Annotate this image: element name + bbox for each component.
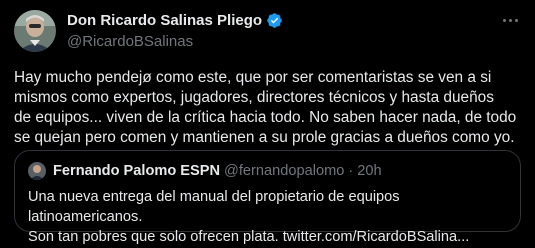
quoted-author-avatar [28,162,46,180]
quoted-tweet-text: Una nueva entrega del manual del propiet… [28,189,470,245]
quoted-author-handle: @fernandopalomo [224,163,345,179]
more-options-icon[interactable] [499,10,521,30]
author-name[interactable]: Don Ricardo Salinas Pliego [67,12,262,29]
author-name-row[interactable]: Don Ricardo Salinas Pliego [67,12,283,29]
quoted-tweet-header: Fernando Palomo ESPN @fernandopalomo · 2… [28,162,382,180]
author-handle[interactable]: @RicardoBSalinas [67,33,193,50]
quoted-tweet-card[interactable]: Fernando Palomo ESPN @fernandopalomo · 2… [14,150,521,245]
quoted-time: 20h [357,163,382,179]
author-avatar-image [14,10,56,52]
quoted-author-avatar-image [28,162,46,180]
tweet-text: Hay mucho pendejø como este, que por ser… [14,69,517,146]
verified-badge-icon [267,13,282,28]
author-avatar[interactable] [14,10,56,52]
quoted-separator: · [348,163,354,179]
quoted-author-name: Fernando Palomo ESPN [53,163,221,179]
